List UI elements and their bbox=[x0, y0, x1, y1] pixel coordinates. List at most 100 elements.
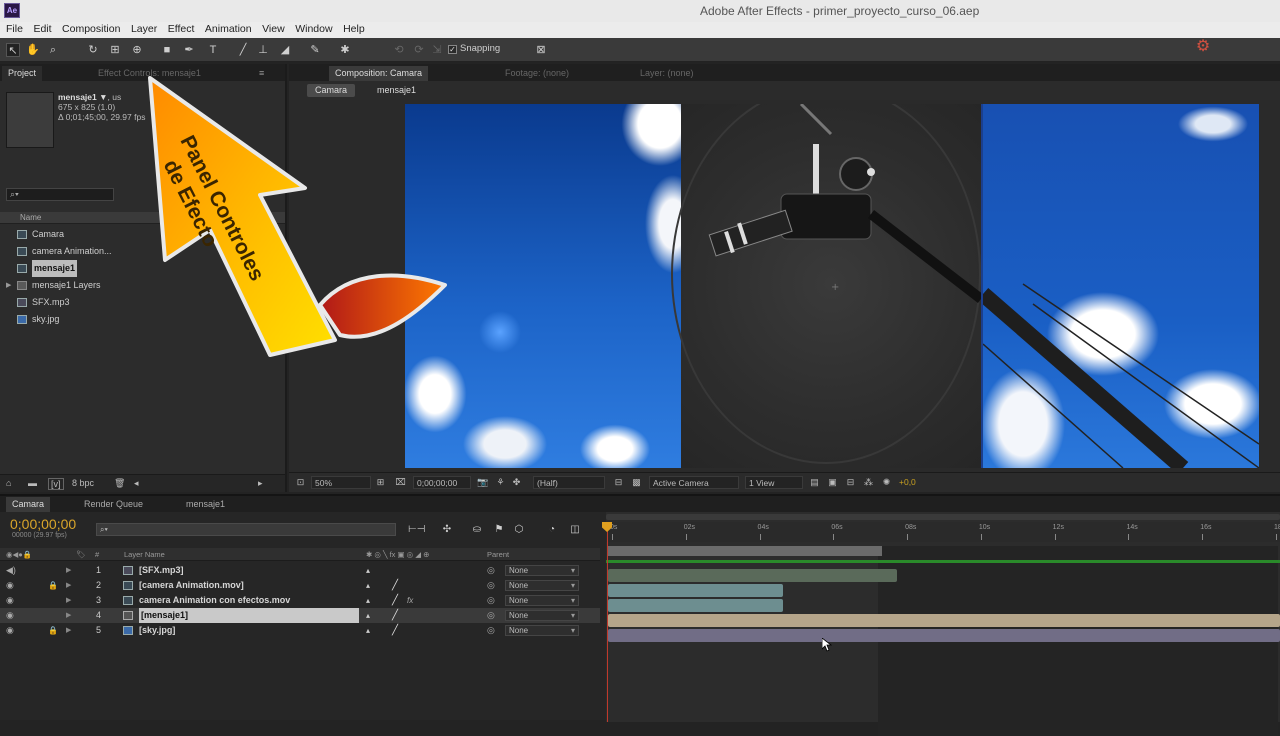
menu-help[interactable]: Help bbox=[343, 22, 365, 37]
shy-switch-icon[interactable]: ▴ bbox=[366, 623, 370, 638]
roto-brush-tool-icon[interactable]: ✎ bbox=[308, 43, 322, 57]
tab-composition[interactable]: Composition: Camara bbox=[329, 66, 429, 81]
breadcrumb-mensaje1[interactable]: mensaje1 bbox=[369, 84, 424, 97]
visibility-eye-icon[interactable]: ◉ bbox=[6, 623, 14, 638]
pickwhip-icon[interactable]: ◎ bbox=[487, 593, 495, 608]
always-preview-icon[interactable]: ⊡ bbox=[295, 477, 306, 488]
expand-triangle-icon[interactable]: ▶ bbox=[6, 277, 11, 294]
parent-dropdown[interactable]: None bbox=[505, 625, 579, 636]
frame-blending-icon[interactable]: ⬡ bbox=[512, 524, 526, 536]
mask-visibility-icon[interactable]: ⌧ bbox=[395, 477, 406, 488]
type-tool-icon[interactable]: T bbox=[206, 43, 220, 57]
audio-toggle-icon[interactable]: ◀) bbox=[6, 563, 16, 578]
quality-switch-icon[interactable]: ╱ bbox=[392, 593, 398, 608]
motion-blur-icon[interactable]: ◔ bbox=[545, 524, 559, 536]
shy-switch-icon[interactable]: ▴ bbox=[366, 593, 370, 608]
3d-view-dropdown[interactable]: Active Camera bbox=[649, 476, 739, 489]
pickwhip-icon[interactable]: ◎ bbox=[487, 623, 495, 638]
layer-duration-bar[interactable] bbox=[608, 629, 1280, 642]
new-folder-icon[interactable]: ▬ bbox=[28, 478, 37, 488]
visibility-eye-icon[interactable]: ◉ bbox=[6, 593, 14, 608]
menu-view[interactable]: View bbox=[262, 22, 285, 37]
project-search-input[interactable]: ⌕▾ bbox=[6, 188, 114, 201]
project-item-camera-animation[interactable]: camera Animation... bbox=[0, 243, 285, 260]
bit-depth-label[interactable]: 8 bpc bbox=[72, 478, 94, 488]
shy-switch-icon[interactable]: ▴ bbox=[366, 608, 370, 623]
layer-name[interactable]: [camera Animation.mov] bbox=[139, 578, 244, 593]
toggle-pixel-aspect-icon[interactable]: ▤ bbox=[809, 477, 820, 488]
pen-tool-icon[interactable]: ✒ bbox=[182, 43, 196, 57]
layer-duration-bar[interactable] bbox=[608, 614, 1280, 627]
shy-switch-icon[interactable]: ▴ bbox=[366, 563, 370, 578]
pickwhip-icon[interactable]: ◎ bbox=[487, 563, 495, 578]
expand-triangle-icon[interactable]: ▶ bbox=[66, 593, 71, 608]
interpret-footage-icon[interactable]: ⌂ bbox=[6, 478, 11, 488]
layer-name[interactable]: [sky.jpg] bbox=[139, 623, 175, 638]
project-item-sky[interactable]: sky.jpg bbox=[0, 311, 285, 328]
current-time-display[interactable]: 0;00;00;00 bbox=[10, 516, 76, 532]
timeline-search-input[interactable]: ⌕▾ bbox=[96, 523, 396, 536]
parent-dropdown[interactable]: None bbox=[505, 595, 579, 606]
snapping-toggle[interactable]: ✓ Snapping bbox=[448, 43, 500, 54]
axis-world-icon[interactable]: ⟳ bbox=[412, 43, 426, 57]
channel-icon[interactable]: ✤ bbox=[511, 477, 522, 488]
visibility-eye-icon[interactable]: ◉ bbox=[6, 608, 14, 623]
scroll-left-icon[interactable]: ◂ bbox=[134, 478, 139, 489]
fast-previews-icon[interactable]: ▣ bbox=[827, 477, 838, 488]
panel-menu-icon[interactable]: ≡ bbox=[259, 68, 264, 78]
parent-dropdown[interactable]: None bbox=[505, 580, 579, 591]
magnification-dropdown[interactable]: 50% bbox=[311, 476, 371, 489]
effect-switch-icon[interactable]: fx bbox=[407, 593, 413, 608]
view-layout-dropdown[interactable]: 1 View bbox=[745, 476, 803, 489]
eraser-tool-icon[interactable]: ◢ bbox=[278, 43, 292, 57]
layer-duration-bar[interactable] bbox=[608, 584, 783, 597]
draft-3d-icon[interactable]: ⛀ bbox=[470, 524, 484, 536]
layer-name[interactable]: camera Animation con efectos.mov bbox=[139, 593, 290, 608]
menu-window[interactable]: Window bbox=[295, 22, 332, 37]
show-snapshot-icon[interactable]: ⚘ bbox=[495, 477, 506, 488]
tab-footage[interactable]: Footage: (none) bbox=[499, 66, 575, 81]
transparency-grid-icon[interactable]: ▩ bbox=[631, 477, 642, 488]
axis-mode-icon[interactable]: ⟲ bbox=[392, 43, 406, 57]
tab-timeline-mensaje1[interactable]: mensaje1 bbox=[180, 497, 231, 512]
layer-duration-bar[interactable] bbox=[608, 569, 897, 582]
comp-mini-flowchart-icon[interactable]: ⊢⊣ bbox=[408, 524, 425, 536]
pickwhip-icon[interactable]: ◎ bbox=[487, 578, 495, 593]
tab-layer[interactable]: Layer: (none) bbox=[634, 66, 700, 81]
project-item-mensaje1[interactable]: mensaje1 bbox=[0, 260, 285, 277]
graph-editor-icon[interactable]: ◫ bbox=[568, 524, 582, 536]
quality-switch-icon[interactable]: ╱ bbox=[392, 578, 398, 593]
tab-timeline-camara[interactable]: Camara bbox=[6, 497, 51, 512]
parent-dropdown[interactable]: None bbox=[505, 565, 579, 576]
layer-row-5[interactable]: ◉ 🔒 ▶ 5 [sky.jpg] ▴ ╱ ◎ None bbox=[0, 623, 600, 638]
parent-header[interactable]: Parent bbox=[487, 548, 509, 561]
pickwhip-icon[interactable]: ◎ bbox=[487, 608, 495, 623]
timeline-track-area[interactable]: 0s02s04s06s08s10s12s14s16s18s bbox=[602, 512, 1280, 736]
expand-triangle-icon[interactable]: ▶ bbox=[66, 608, 71, 623]
layer-row-4[interactable]: ◉ ▶ 4 [mensaje1] ▴ ╱ ◎ None bbox=[0, 608, 600, 623]
layer-name-header[interactable]: Layer Name bbox=[124, 548, 165, 561]
current-time-indicator[interactable] bbox=[607, 522, 608, 722]
flowchart-view-icon[interactable]: ⁂ bbox=[863, 477, 874, 488]
exposure-reset-icon[interactable]: ✺ bbox=[881, 477, 892, 488]
axis-view-icon[interactable]: ⇲ bbox=[430, 43, 444, 57]
shy-switch-icon[interactable]: ▴ bbox=[366, 578, 370, 593]
tab-render-queue[interactable]: Render Queue bbox=[78, 497, 149, 512]
puppet-pin-tool-icon[interactable]: ✱ bbox=[338, 43, 352, 57]
snapshot-icon[interactable]: 📷 bbox=[477, 477, 488, 488]
quality-switch-icon[interactable]: ╱ bbox=[392, 608, 398, 623]
brush-tool-icon[interactable]: ╱ bbox=[236, 43, 250, 57]
current-time-field[interactable]: 0;00;00;00 bbox=[413, 476, 471, 489]
scroll-right-icon[interactable]: ▸ bbox=[258, 478, 263, 489]
live-update-icon[interactable]: ✣ bbox=[440, 524, 454, 536]
selection-tool-icon[interactable]: ↖ bbox=[6, 43, 20, 57]
lock-icon[interactable]: 🔒 bbox=[48, 623, 58, 638]
quality-switch-icon[interactable]: ╱ bbox=[392, 623, 398, 638]
layer-row-3[interactable]: ◉ ▶ 3 camera Animation con efectos.mov ▴… bbox=[0, 593, 600, 608]
safe-zones-icon[interactable]: ⊞ bbox=[375, 477, 386, 488]
layer-row-2[interactable]: ◉ 🔒 ▶ 2 [camera Animation.mov] ▴ ╱ ◎ Non… bbox=[0, 578, 600, 593]
new-composition-icon[interactable]: [v] bbox=[48, 478, 64, 490]
region-of-interest-icon[interactable]: ⊟ bbox=[613, 477, 624, 488]
tab-project[interactable]: Project bbox=[2, 66, 43, 81]
search-help-icon[interactable]: ⚙ bbox=[1188, 39, 1218, 60]
